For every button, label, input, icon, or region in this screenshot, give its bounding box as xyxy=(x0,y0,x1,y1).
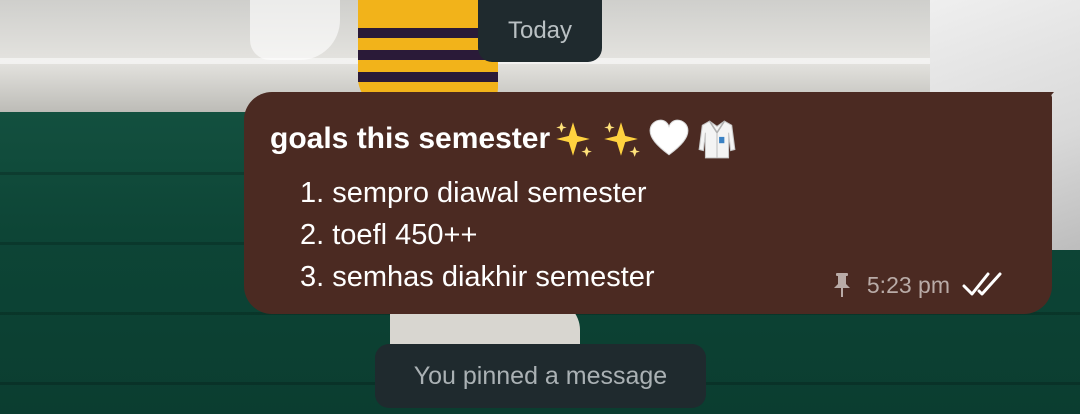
list-item-text: semhas diakhir semester xyxy=(332,261,655,293)
list-item: 3. semhas diakhir semester xyxy=(300,256,655,298)
lab-coat-icon xyxy=(698,120,736,159)
message-meta: 5:23 pm xyxy=(831,270,1008,300)
sparkles-icon xyxy=(604,122,641,157)
wallpaper-sock-stripe xyxy=(358,72,498,82)
message-title: goals this semester xyxy=(270,118,744,160)
white-heart-icon xyxy=(649,119,689,156)
list-item-number: 1. xyxy=(300,177,325,209)
message-bubble[interactable]: goals this semester 1. sempro diawal sem… xyxy=(244,92,1052,314)
double-check-icon xyxy=(962,272,1002,296)
date-divider: Today xyxy=(478,0,602,62)
message-time: 5:23 pm xyxy=(866,271,950,298)
wallpaper-sock-stripe xyxy=(358,28,498,38)
system-message: You pinned a message xyxy=(375,344,706,408)
title-emojis xyxy=(552,118,744,160)
list-item-number: 3. xyxy=(300,261,325,293)
list-item-text: toefl 450++ xyxy=(332,219,478,251)
date-divider-label: Today xyxy=(507,17,573,44)
list-item: 1. sempro diawal semester xyxy=(300,172,655,214)
list-item-number: 2. xyxy=(300,219,325,251)
list-item-text: sempro diawal semester xyxy=(332,177,647,209)
system-message-text: You pinned a message xyxy=(413,361,668,390)
list-item: 2. toefl 450++ xyxy=(300,214,655,256)
pin-icon xyxy=(833,273,850,297)
sparkles-icon xyxy=(556,122,593,157)
message-title-text: goals this semester xyxy=(270,122,551,155)
goal-list: 1. sempro diawal semester 2. toefl 450++… xyxy=(300,172,655,298)
wallpaper-sock-stripe xyxy=(358,50,498,60)
